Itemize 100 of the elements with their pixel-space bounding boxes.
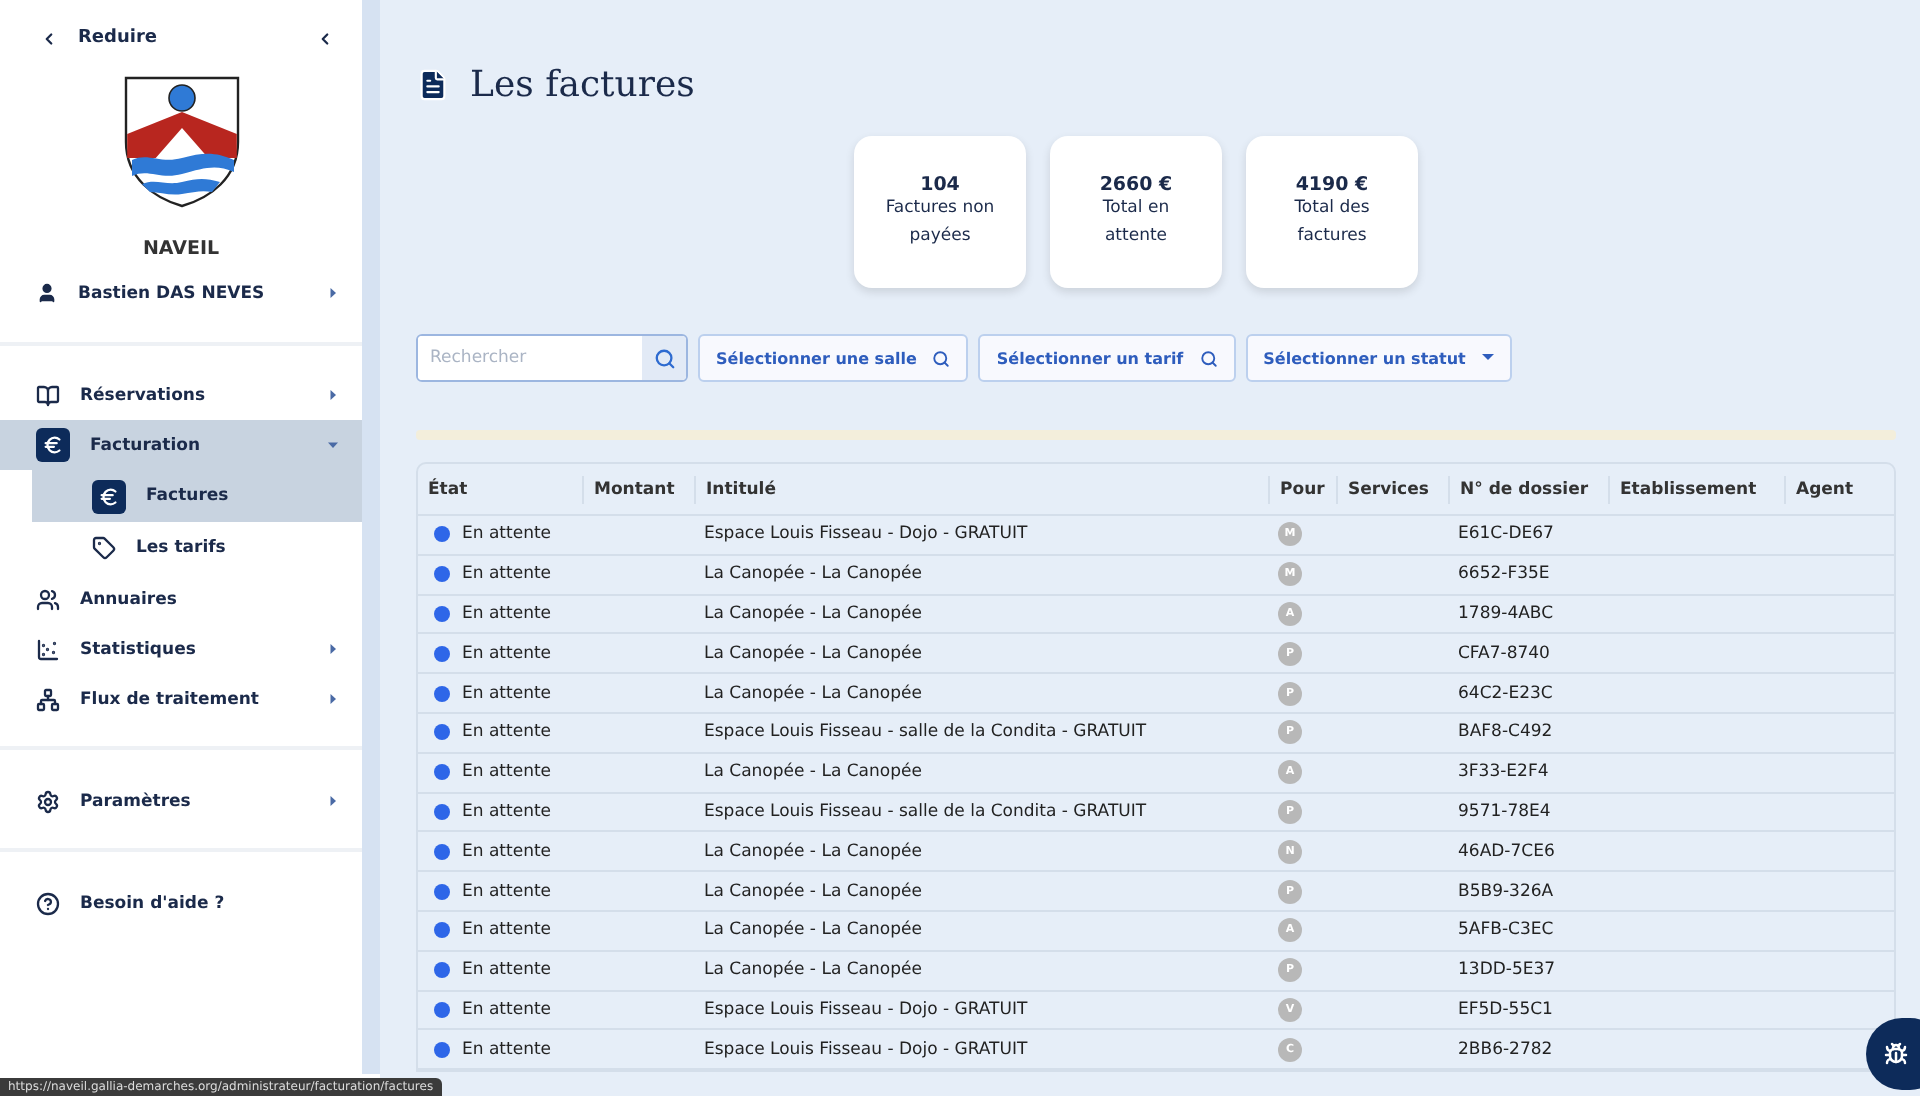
status-dot (434, 645, 450, 662)
status-dot (434, 883, 450, 900)
status-dot (434, 803, 450, 820)
sidebar-item[interactable]: Paramètres (0, 776, 362, 826)
bug-icon (1884, 1042, 1908, 1066)
column-header: Montant (582, 475, 694, 503)
sidebar-item[interactable]: Besoin d'aide ? (0, 878, 362, 928)
table-cell-text: La Canopée - La Canopée (702, 881, 924, 902)
tag-icon (92, 536, 116, 560)
sidebar-item[interactable]: Flux de traitement (0, 674, 362, 724)
user-menu[interactable]: Bastien DAS NEVES (0, 268, 362, 318)
caret-icon (328, 644, 338, 654)
stat-value: 2660 € (1099, 174, 1173, 196)
filter-select[interactable]: Sélectionner un statut (1245, 334, 1512, 382)
status-text: En attente (462, 524, 552, 545)
chart-icon (36, 637, 60, 661)
status-dot (434, 922, 450, 939)
table-cell-text: E61C-DE67 (1456, 524, 1556, 545)
table-cell-text: 13DD-5E37 (1456, 960, 1558, 981)
status-text: En attente (462, 564, 552, 585)
table-cell-text: 3F33-E2F4 (1456, 762, 1551, 783)
table-cell-text: La Canopée - La Canopée (702, 643, 924, 664)
status-dot (434, 566, 450, 583)
stat-label: Total en attente (1100, 196, 1172, 249)
scrollbar[interactable] (362, 0, 380, 1074)
table-cell-text: 6652-F35E (1456, 564, 1552, 585)
table-cell-text: Espace Louis Fisseau - salle de la Condita - GRATUIT (702, 722, 1149, 743)
table-cell-text: La Canopée - La Canopée (702, 841, 924, 862)
page-title: Les factures (470, 64, 695, 106)
status-text: En attente (462, 1039, 552, 1060)
table-cell-text: EF5D-55C1 (1456, 999, 1555, 1020)
search-icon (932, 349, 951, 367)
invoice-icon (416, 68, 450, 102)
caret-icon (328, 694, 338, 704)
sidebar-subitem[interactable]: Factures (32, 470, 362, 522)
table-cell-text: Espace Louis Fisseau - Dojo - GRATUIT (702, 999, 1030, 1020)
table-cell-text: CFA7-8740 (1456, 643, 1552, 664)
status-dot (434, 962, 450, 979)
table-cell-text: La Canopée - La Canopée (702, 564, 924, 585)
status-dot (434, 1001, 450, 1018)
users-icon (36, 587, 60, 611)
table-cell-text: 2BB6-2782 (1456, 1039, 1555, 1060)
column-header: État (426, 476, 470, 503)
book-icon (36, 383, 60, 407)
chevron-left-icon[interactable] (316, 29, 334, 47)
table-cell-text: 9571-78E4 (1456, 801, 1553, 822)
filter-select[interactable]: Sélectionner une salle (698, 334, 969, 382)
column-header: N° de dossier (1448, 475, 1608, 503)
table-cell-text: 64C2-E23C (1456, 683, 1555, 704)
coat-of-arms-logo (123, 76, 239, 208)
status-text: En attente (462, 841, 552, 862)
status-text: En attente (462, 920, 552, 941)
column-header: Agent (1784, 475, 1894, 503)
stat-label: Total des factures (1292, 196, 1372, 249)
collapse-button[interactable]: Reduire (40, 28, 158, 48)
sidebar-item[interactable]: Facturation (0, 420, 362, 470)
search-field[interactable]: Rechercher (416, 334, 688, 382)
sidebar-item[interactable]: Statistiques (0, 624, 362, 674)
stat-label: Factures non payées (883, 196, 997, 249)
table-cell-text: B5B9-326A (1456, 881, 1556, 902)
status-dot (434, 1041, 450, 1058)
status-dot (434, 843, 450, 860)
chevron-left-icon (40, 29, 58, 47)
euro-icon (36, 428, 70, 462)
stat-value: 104 (920, 174, 960, 196)
column-header: Etablissement (1608, 475, 1784, 503)
sidebar-subitem[interactable]: Les tarifs (32, 522, 362, 574)
status-text: En attente (462, 960, 552, 981)
status-dot (434, 605, 450, 622)
column-header: Services (1336, 475, 1448, 503)
caret-icon (1481, 354, 1494, 362)
town-name: NAVEIL (140, 238, 222, 260)
network-icon (36, 687, 60, 711)
status-text: En attente (462, 603, 552, 624)
caret-icon (328, 440, 338, 450)
status-text: En attente (462, 801, 552, 822)
help-icon (36, 891, 60, 915)
stat-value: 4190 € (1295, 174, 1369, 196)
table-cell-text: 46AD-7CE6 (1456, 841, 1557, 862)
status-text: En attente (462, 722, 552, 743)
status-text: En attente (462, 762, 552, 783)
caret-icon (328, 288, 338, 298)
table-cell-text: La Canopée - La Canopée (702, 920, 924, 941)
table-cell-text: Espace Louis Fisseau - Dojo - GRATUIT (702, 524, 1030, 545)
table-cell-text: 5AFB-C3EC (1456, 920, 1556, 941)
sidebar-item[interactable]: Réservations (0, 370, 362, 420)
gear-icon (36, 789, 60, 813)
caret-icon (328, 390, 338, 400)
status-dot (434, 724, 450, 741)
status-text: En attente (462, 643, 552, 664)
search-icon (1199, 349, 1218, 367)
status-dot (434, 526, 450, 543)
filter-select[interactable]: Sélectionner un tarif (978, 334, 1236, 382)
table-cell-text: BAF8-C492 (1456, 722, 1555, 743)
status-text: En attente (462, 881, 552, 902)
table-cell-text: Espace Louis Fisseau - Dojo - GRATUIT (702, 1039, 1030, 1060)
search-icon (653, 347, 675, 369)
status-text: En attente (462, 999, 552, 1020)
sidebar-item[interactable]: Annuaires (0, 574, 362, 624)
table-cell-text: La Canopée - La Canopée (702, 960, 924, 981)
